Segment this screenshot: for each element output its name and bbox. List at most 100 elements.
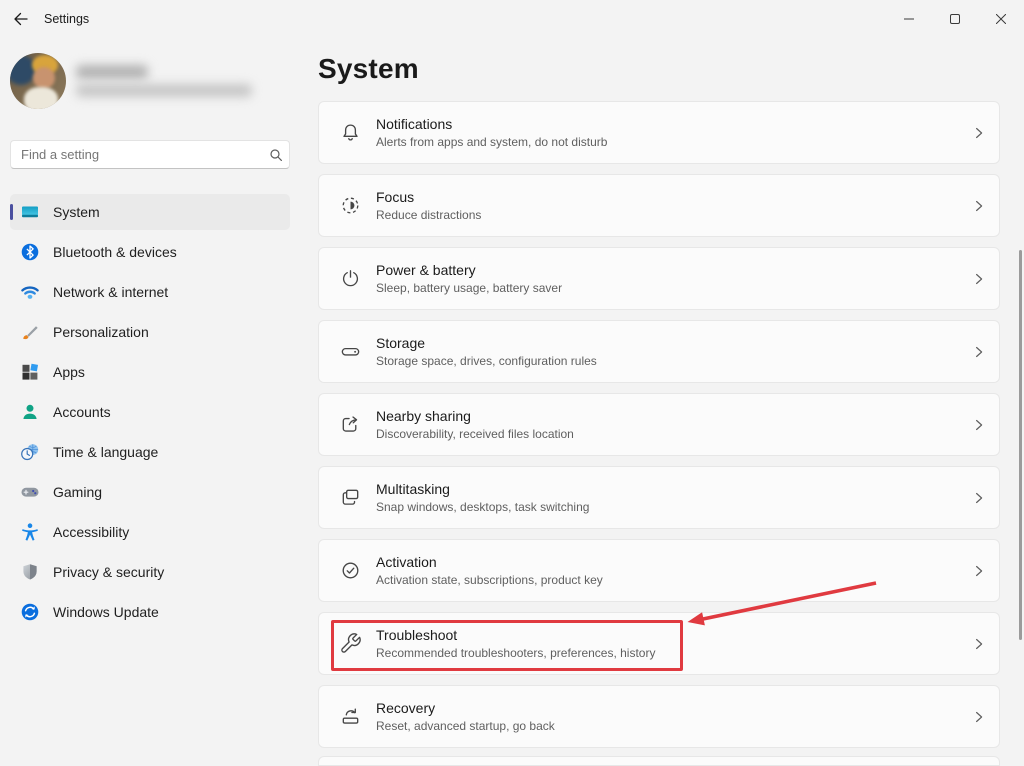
sidebar-item-label: Accounts [53,404,111,420]
card-subtitle: Discoverability, received files location [376,427,574,441]
card-subtitle: Alerts from apps and system, do not dist… [376,135,607,149]
troubleshoot-icon [338,632,362,656]
maximize-icon [950,12,960,27]
network-icon [20,282,40,302]
card-troubleshoot[interactable]: TroubleshootRecommended troubleshooters,… [318,612,1000,675]
sidebar-item-accounts[interactable]: Accounts [10,394,290,430]
gaming-icon [20,482,40,502]
card-activation[interactable]: ActivationActivation state, subscription… [318,539,1000,602]
card-text: Focus Reduce distractions [376,189,481,222]
close-icon [996,12,1006,27]
privacy-icon [20,562,40,582]
card-subtitle: Storage space, drives, configuration rul… [376,354,597,368]
search-icon[interactable] [263,148,289,162]
user-avatar[interactable] [10,53,66,109]
accounts-icon [20,402,40,422]
sidebar-item-label: Gaming [53,484,102,500]
chevron-right-icon [973,346,985,358]
sidebar-item-label: Network & internet [53,284,168,300]
accessibility-icon [20,522,40,542]
card-multitasking[interactable]: Multitasking Snap windows, desktops, task… [318,466,1000,529]
focus-icon [338,194,362,218]
sidebar-item-label: Apps [53,364,85,380]
card-notifications[interactable]: Notifications Alerts from apps and system… [318,101,1000,164]
sidebar-item-time-language[interactable]: Time & language [10,434,290,470]
settings-cards: Notifications Alerts from apps and system… [318,101,1000,758]
maximize-button[interactable] [932,0,978,38]
card-title: Focus [376,189,481,205]
user-email-blurred [76,84,252,97]
chevron-right-icon [973,565,985,577]
sidebar-item-label: Windows Update [53,604,159,620]
arrow-left-icon [13,11,29,30]
recovery-icon [338,705,362,729]
multitask-icon [338,486,362,510]
system-icon [20,202,40,222]
card-subtitle: Sleep, battery usage, battery saver [376,281,562,295]
card-nearby-sharing[interactable]: Nearby sharing Discoverability, received … [318,393,1000,456]
chevron-right-icon [973,127,985,139]
close-button[interactable] [978,0,1024,38]
card-subtitle: Activation state, subscriptions, product… [376,573,603,587]
card-title: Recovery [376,700,555,716]
card-recovery[interactable]: Recovery Reset, advanced startup, go back [318,685,1000,748]
chevron-right-icon [973,638,985,650]
card-text: Nearby sharing Discoverability, received … [376,408,574,441]
card-power-battery[interactable]: Power & battery Sleep, battery usage, bat… [318,247,1000,310]
sidebar-item-windows-update[interactable]: Windows Update [10,594,290,630]
personalization-icon [20,322,40,342]
card-text: Notifications Alerts from apps and system… [376,116,607,149]
chevron-right-icon [973,273,985,285]
card-focus[interactable]: Focus Reduce distractions [318,174,1000,237]
card-title: Nearby sharing [376,408,574,424]
card-subtitle: Snap windows, desktops, task switching [376,500,589,514]
sidebar-item-privacy-security[interactable]: Privacy & security [10,554,290,590]
time-language-icon [20,442,40,462]
card-title: Troubleshoot [376,627,655,643]
card-title: Notifications [376,116,607,132]
user-name-blurred [76,65,148,79]
storage-icon [338,340,362,364]
card-title: Storage [376,335,597,351]
sidebar-item-label: Bluetooth & devices [53,244,177,260]
sidebar-item-personalization[interactable]: Personalization [10,314,290,350]
search-input[interactable] [11,147,263,162]
minimize-button[interactable] [886,0,932,38]
card-title: Power & battery [376,262,562,278]
card-text: Multitasking Snap windows, desktops, task… [376,481,589,514]
search-box[interactable] [10,140,290,169]
card-text: ActivationActivation state, subscription… [376,554,603,587]
window-title: Settings [44,12,89,26]
windows-update-icon [20,602,40,622]
card-text: Storage Storage space, drives, configurat… [376,335,597,368]
bluetooth-icon [20,242,40,262]
sidebar: System Bluetooth & devices Network & inter… [0,40,300,758]
sidebar-item-apps[interactable]: Apps [10,354,290,390]
sidebar-item-accessibility[interactable]: Accessibility [10,514,290,550]
card-text: Recovery Reset, advanced startup, go back [376,700,555,733]
main-content: System NotificationsAlerts from apps and… [318,40,1024,758]
back-button[interactable] [7,7,35,33]
sidebar-item-label: Time & language [53,444,158,460]
scrollbar-thumb[interactable] [1019,250,1022,640]
sidebar-item-bluetooth-devices[interactable]: Bluetooth & devices [10,234,290,270]
card-text: Power & battery Sleep, battery usage, bat… [376,262,562,295]
chevron-right-icon [973,200,985,212]
sidebar-item-system[interactable]: System [10,194,290,230]
activation-icon [338,559,362,583]
sidebar-item-label: System [53,204,100,220]
nearby-sharing-icon [338,413,362,437]
minimize-icon [904,12,914,27]
sidebar-item-label: Personalization [53,324,149,340]
chevron-right-icon [973,492,985,504]
card-subtitle: Reset, advanced startup, go back [376,719,555,733]
sidebar-item-label: Accessibility [53,524,129,540]
sidebar-item-gaming[interactable]: Gaming [10,474,290,510]
card-storage[interactable]: Storage Storage space, drives, configurat… [318,320,1000,383]
selected-indicator [10,204,13,220]
card-subtitle: Reduce distractions [376,208,481,222]
card-title: Multitasking [376,481,589,497]
card-text: TroubleshootRecommended troubleshooters,… [376,627,655,660]
chevron-right-icon [973,711,985,723]
sidebar-item-network-internet[interactable]: Network & internet [10,274,290,310]
